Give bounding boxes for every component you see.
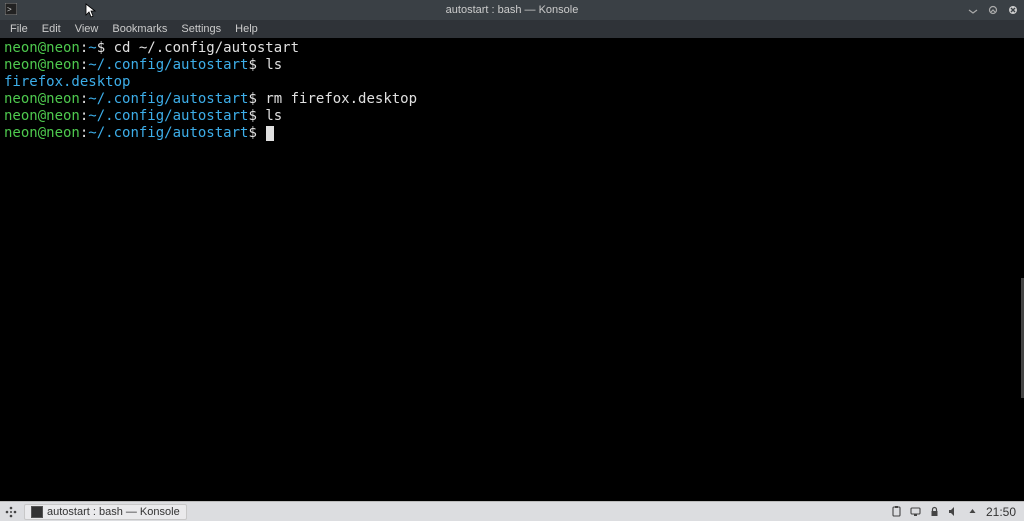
prompt-user-host: neon@neon	[4, 91, 80, 107]
expand-tray-icon[interactable]	[967, 506, 979, 518]
prompt-user-host: neon@neon	[4, 57, 80, 73]
application-launcher-icon[interactable]	[4, 505, 18, 519]
minimize-button[interactable]	[966, 3, 980, 17]
lock-tray-icon[interactable]	[929, 506, 941, 518]
terminal-line: neon@neon:~$ cd ~/.config/autostart	[4, 40, 1020, 57]
menubar: File Edit View Bookmarks Settings Help	[0, 20, 1024, 38]
app-icon: >	[4, 2, 18, 16]
display-tray-icon[interactable]	[910, 506, 922, 518]
terminal-command: ls	[265, 108, 282, 124]
terminal-command: cd ~/.config/autostart	[114, 40, 299, 56]
close-button[interactable]	[1006, 3, 1020, 17]
terminal-line: neon@neon:~/.config/autostart$ ls	[4, 108, 1020, 125]
maximize-button[interactable]	[986, 3, 1000, 17]
prompt-path: ~/.config/autostart	[88, 125, 248, 141]
prompt-dollar: $	[248, 108, 265, 124]
prompt-dollar: $	[248, 91, 265, 107]
prompt-dollar: $	[248, 57, 265, 73]
prompt-path: ~/.config/autostart	[88, 57, 248, 73]
menu-help[interactable]: Help	[229, 21, 264, 37]
taskbar: autostart : bash — Konsole 21:50	[0, 501, 1024, 521]
window-title: autostart : bash — Konsole	[446, 4, 579, 16]
clipboard-tray-icon[interactable]	[891, 506, 903, 518]
menu-settings[interactable]: Settings	[175, 21, 227, 37]
prompt-user-host: neon@neon	[4, 40, 80, 56]
terminal-body[interactable]: neon@neon:~$ cd ~/.config/autostartneon@…	[0, 38, 1024, 501]
terminal-output: firefox.desktop	[4, 74, 130, 90]
prompt-user-host: neon@neon	[4, 108, 80, 124]
taskbar-entry-konsole[interactable]: autostart : bash — Konsole	[24, 504, 187, 520]
svg-text:>: >	[7, 5, 12, 14]
prompt-path: ~/.config/autostart	[88, 108, 248, 124]
terminal-line: neon@neon:~/.config/autostart$ rm firefo…	[4, 91, 1020, 108]
prompt-dollar: $	[97, 40, 114, 56]
terminal-line: neon@neon:~/.config/autostart$ ls	[4, 57, 1020, 74]
prompt-user-host: neon@neon	[4, 125, 80, 141]
terminal-command: rm firefox.desktop	[265, 91, 417, 107]
menu-view[interactable]: View	[69, 21, 105, 37]
clock[interactable]: 21:50	[986, 505, 1020, 519]
prompt-path: ~	[88, 40, 96, 56]
window-titlebar: > autostart : bash — Konsole	[0, 0, 1024, 20]
prompt-path: ~/.config/autostart	[88, 91, 248, 107]
terminal-command: ls	[265, 57, 282, 73]
menu-bookmarks[interactable]: Bookmarks	[106, 21, 173, 37]
prompt-dollar: $	[248, 125, 265, 141]
terminal-cursor	[266, 126, 274, 141]
terminal-line: firefox.desktop	[4, 74, 1020, 91]
konsole-icon	[31, 506, 43, 518]
taskbar-entry-label: autostart : bash — Konsole	[47, 506, 180, 518]
menu-file[interactable]: File	[4, 21, 34, 37]
menu-edit[interactable]: Edit	[36, 21, 67, 37]
terminal-line: neon@neon:~/.config/autostart$	[4, 125, 1020, 142]
volume-tray-icon[interactable]	[948, 506, 960, 518]
